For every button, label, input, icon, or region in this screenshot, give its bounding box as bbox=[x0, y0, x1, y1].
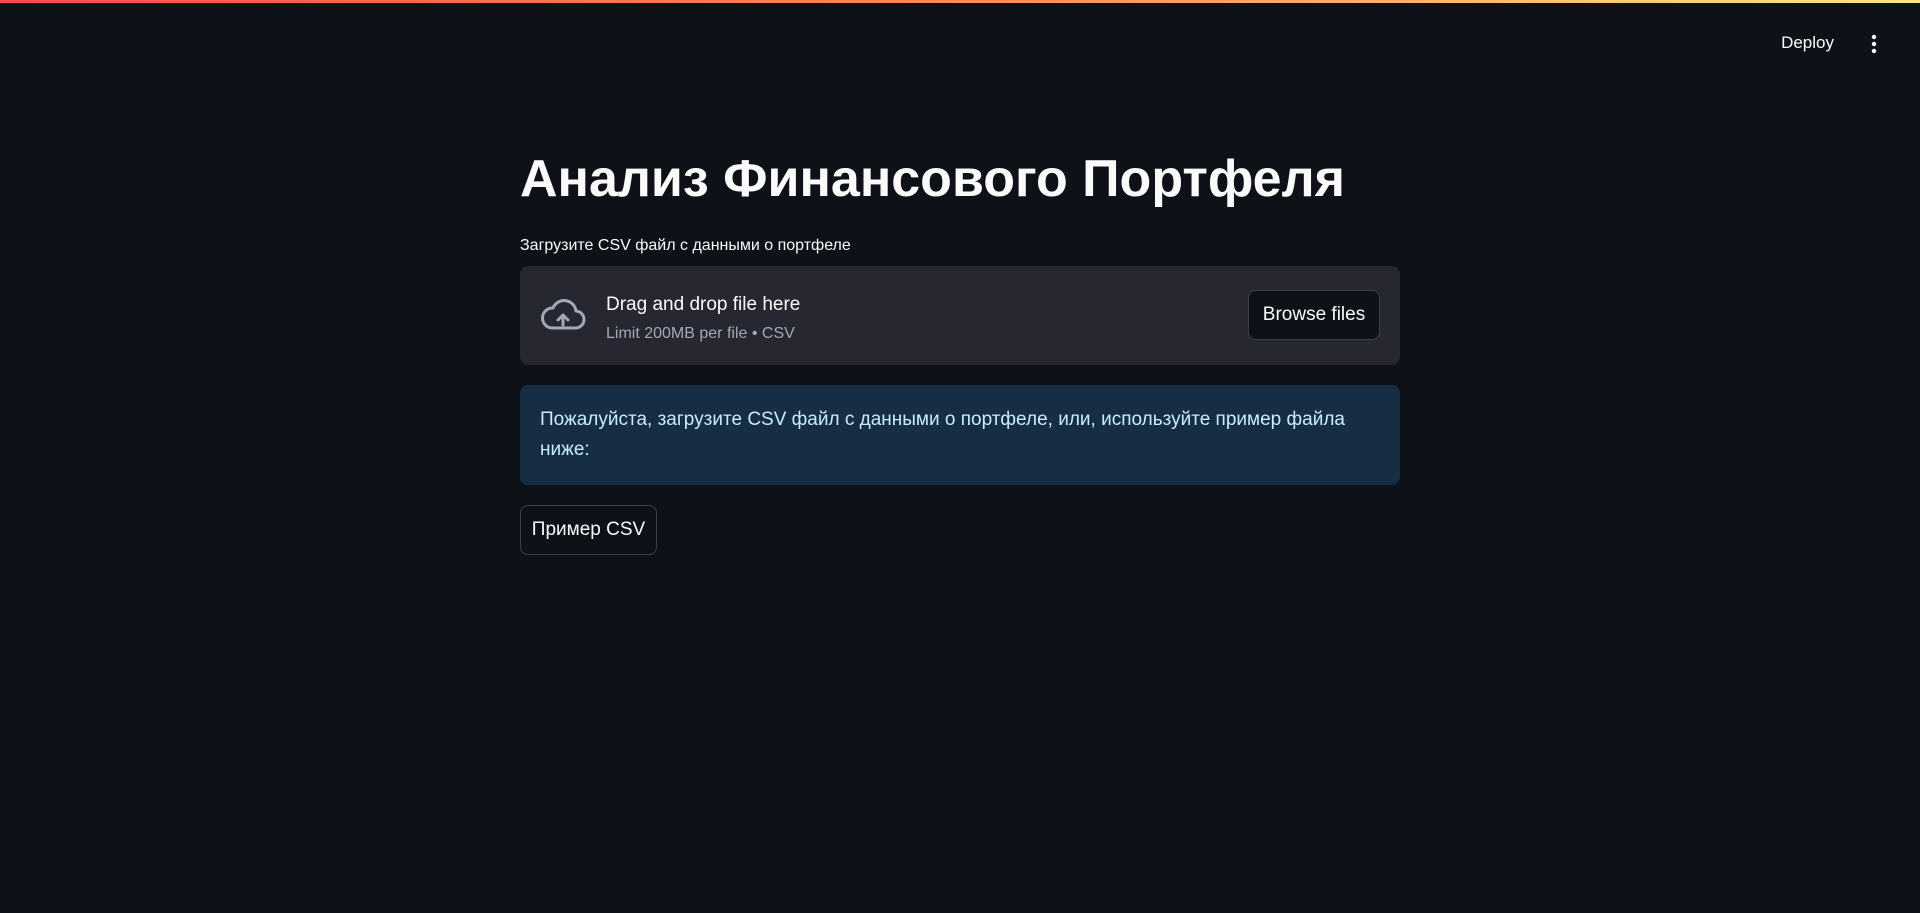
main-menu-button[interactable] bbox=[1864, 31, 1884, 57]
info-alert-text: Пожалуйста, загрузите CSV файл с данными… bbox=[540, 409, 1345, 460]
dropzone-title: Drag and drop file here bbox=[606, 294, 801, 315]
app-header: Deploy bbox=[0, 3, 1920, 63]
vertical-ellipsis-icon bbox=[1871, 34, 1877, 54]
sample-csv-button[interactable]: Пример CSV bbox=[520, 505, 657, 555]
deploy-button[interactable]: Deploy bbox=[1775, 29, 1840, 57]
browse-files-button[interactable]: Browse files bbox=[1248, 290, 1380, 340]
cloud-upload-icon bbox=[541, 299, 586, 330]
info-alert: Пожалуйста, загрузите CSV файл с данными… bbox=[520, 385, 1400, 485]
page-title: Анализ Финансового Портфеля bbox=[520, 150, 1345, 208]
dropzone-limit-text: Limit 200MB per file • CSV bbox=[606, 325, 795, 342]
file-uploader-label: Загрузите CSV файл с данными о портфеле bbox=[520, 237, 851, 254]
file-dropzone[interactable]: Drag and drop file here Limit 200MB per … bbox=[520, 266, 1400, 365]
